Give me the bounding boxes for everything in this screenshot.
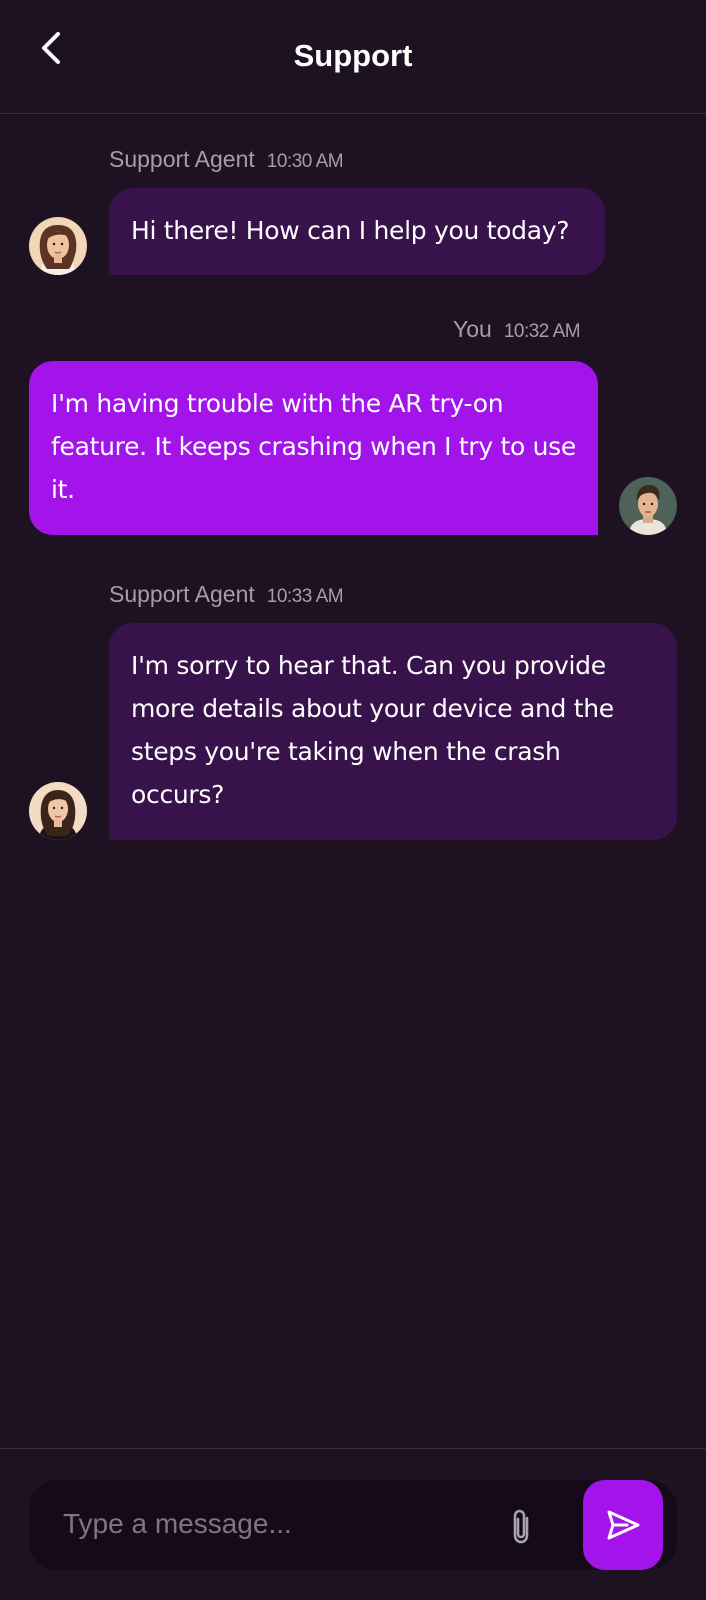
agent-avatar[interactable]	[29, 217, 87, 275]
message-meta: You 10:32 AM	[453, 316, 581, 343]
message-text: Hi there! How can I help you today?	[131, 216, 570, 245]
send-icon	[607, 1510, 640, 1540]
message-time: 10:32 AM	[503, 321, 581, 342]
user-avatar[interactable]	[619, 477, 677, 535]
message-meta: Support Agent 10:30 AM	[109, 146, 344, 173]
message-bubble-agent[interactable]: I'm sorry to hear that. Can you provide …	[109, 623, 677, 840]
message-bubble-user[interactable]: I'm having trouble with the AR try-on fe…	[29, 361, 598, 535]
message-text: I'm sorry to hear that. Can you provide …	[131, 651, 614, 809]
message-sender: You	[453, 316, 492, 342]
message-time: 10:30 AM	[266, 151, 344, 172]
page-title: Support	[293, 38, 413, 73]
message-sender: Support Agent	[109, 581, 255, 607]
message-sender: Support Agent	[109, 146, 255, 172]
composer-bar	[0, 1448, 706, 1600]
agent-avatar[interactable]	[29, 782, 87, 840]
app-header: Support	[0, 0, 706, 114]
message-text: I'm having trouble with the AR try-on fe…	[51, 389, 576, 504]
composer	[29, 1480, 677, 1570]
user-avatar-image	[619, 477, 677, 535]
message-bubble-agent[interactable]: Hi there! How can I help you today?	[109, 188, 605, 275]
send-button[interactable]	[583, 1480, 663, 1570]
paperclip-icon	[513, 1509, 529, 1544]
message-input[interactable]	[63, 1498, 463, 1550]
message-meta: Support Agent 10:33 AM	[109, 581, 344, 608]
agent-avatar-image	[29, 782, 87, 840]
attach-button[interactable]	[497, 1502, 545, 1550]
agent-avatar-image	[29, 217, 87, 275]
message-time: 10:33 AM	[266, 586, 344, 607]
